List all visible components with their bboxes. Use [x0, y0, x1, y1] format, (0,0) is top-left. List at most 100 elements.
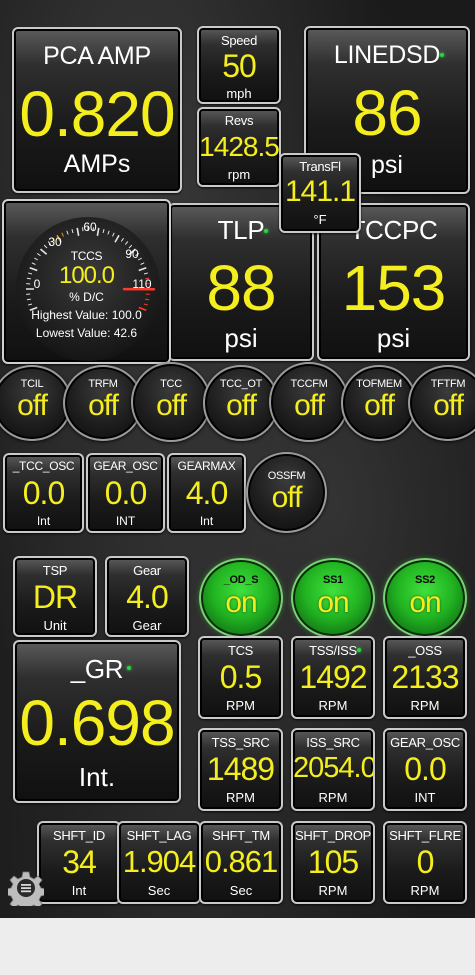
gauge-value: 2054.0 [293, 752, 375, 784]
gauge-unit: RPM [226, 698, 255, 713]
gauge-shft-lag[interactable]: SHFT_LAG 1.904 Sec [117, 821, 201, 904]
gauge-value: 0.0 [404, 751, 446, 787]
gauge-oss[interactable]: _OSS 2133 RPM [383, 636, 467, 719]
gauge-shft-id[interactable]: SHFT_ID 34 Int [37, 821, 121, 904]
gauge-unit: Sec [229, 883, 253, 898]
toggle-tcc-ot[interactable]: TCC_OT off [203, 365, 279, 441]
gauge-gear-osc-2[interactable]: GEAR_OSC 0.0 INT [383, 728, 467, 811]
gauge-value: 1428.5 [199, 131, 279, 162]
gauge-label: _GR [70, 654, 124, 684]
gauge-value: 34 [62, 844, 97, 880]
gauge-unit: °F [313, 212, 327, 227]
gauge-gear-osc[interactable]: GEAR_OSC 0.0 INT [86, 453, 165, 533]
toggle-ss1[interactable]: SS1 on [291, 558, 375, 638]
gauge-unit: Int. [78, 762, 116, 792]
toggle-value: on [225, 586, 257, 619]
toggle-value: off [156, 389, 187, 422]
toggle-od-s[interactable]: _OD_S on [199, 558, 283, 638]
gauge-tss-src[interactable]: TSS_SRC 1489 RPM [198, 728, 283, 811]
gauge-label: GEAR_OSC [390, 735, 460, 750]
gauge-label: SHFT_LAG [126, 828, 192, 843]
gauge-shft-flre[interactable]: SHFT_FLRE 0 RPM [383, 821, 467, 904]
gauge-label: SHFT_ID [52, 828, 106, 843]
gauge-gearmax[interactable]: GEARMAX 4.0 Int [167, 453, 246, 533]
status-led [264, 229, 268, 233]
settings-button[interactable] [5, 870, 47, 913]
gauge-value: 0.820 [19, 78, 175, 150]
gauge-label: SHFT_DROP [294, 828, 372, 843]
gauge-value: 50 [222, 48, 257, 84]
gauge-unit: rpm [227, 167, 251, 182]
gauge-unit: AMPs [63, 150, 131, 178]
status-led [357, 648, 361, 652]
gauge-label: Gear [133, 563, 161, 578]
gauge-tcs[interactable]: TCS 0.5 RPM [198, 636, 283, 719]
gauge-pca-amp[interactable]: PCA AMP 0.820 AMPs [12, 27, 182, 193]
gauge-shft-drop[interactable]: SHFT_DROP 105 RPM [291, 821, 375, 904]
gauge-unit: Unit [43, 618, 67, 633]
gauge-shft-tm[interactable]: SHFT_TM 0.861 Sec [199, 821, 283, 904]
gauge-tsp[interactable]: TSP DR Unit [13, 556, 97, 637]
gauge-value: 0.0 [104, 475, 147, 511]
gauge-value: 0.698 [19, 687, 175, 759]
toggle-value: off [17, 389, 48, 422]
gauge-label: TSP [42, 563, 68, 578]
toggle-tftfm[interactable]: TFTFM off [408, 365, 475, 441]
gauge-value: 4.0 [126, 579, 168, 615]
gauge-gr[interactable]: _GR 0.698 Int. [13, 640, 181, 803]
toggle-ossfm[interactable]: OSSFM off [246, 452, 327, 533]
toggle-tofmem[interactable]: TOFMEM off [341, 365, 417, 441]
dial-tick-label: 30 [48, 235, 62, 249]
gauge-tccs-dial[interactable]: 0 30 60 90 110 TCCS 100.0 % D/C Highest … [2, 199, 171, 364]
gauge-revs[interactable]: Revs 1428.5 rpm [197, 107, 281, 187]
toggle-tcil[interactable]: TCIL off [0, 365, 72, 441]
gauge-tcc-osc[interactable]: _TCC_OSC 0.0 Int [3, 453, 84, 533]
gauge-value: DR [32, 579, 78, 615]
dial-label: TCCS [70, 249, 103, 263]
gauge-label: GEAR_OSC [93, 459, 158, 473]
toggle-value: off [364, 389, 395, 422]
gauge-speed[interactable]: Speed 50 mph [197, 26, 281, 104]
toggle-tcc[interactable]: TCC off [131, 362, 211, 442]
gauge-iss-src[interactable]: ISS_SRC 2054.0 RPM [291, 728, 375, 811]
gauge-label: Revs [224, 113, 254, 128]
gauge-tss-iss[interactable]: TSS/ISS 1492 RPM [291, 636, 375, 719]
status-led [127, 666, 131, 670]
gauge-gear[interactable]: Gear 4.0 Gear [105, 556, 189, 637]
gauge-value: 141.1 [284, 175, 356, 208]
gauge-unit: RPM [410, 698, 440, 713]
dashboard: PCA AMP 0.820 AMPs Speed 50 mph Revs 142… [0, 0, 475, 918]
toggle-ss2[interactable]: SS2 on [383, 558, 467, 638]
gauge-label: GEARMAX [177, 459, 236, 473]
gauge-unit: Int [199, 514, 214, 528]
gauge-unit: psi [376, 323, 411, 353]
gauge-label: TCS [227, 643, 254, 658]
gauge-label: TSS_SRC [211, 735, 270, 750]
toggle-value: off [88, 389, 119, 422]
gauge-label: _TCC_OSC [12, 459, 75, 473]
gauge-value: 1.904 [122, 844, 197, 879]
gauge-label: _OSS [408, 643, 442, 658]
gauge-label: TSS/ISS [309, 643, 357, 658]
toggle-value: on [317, 586, 349, 619]
gauge-value: 0 [416, 844, 435, 880]
gauge-unit: psi [224, 323, 258, 353]
toggle-label: SS2 [415, 574, 435, 586]
gauge-value: 0.0 [22, 475, 65, 511]
toggle-label: _OD_S [223, 574, 259, 586]
toggle-value: off [271, 481, 303, 514]
toggle-tccfm[interactable]: TCCFM off [269, 362, 349, 442]
toggle-value: on [409, 586, 441, 619]
gauge-label: SHFT_FLRE [389, 828, 461, 843]
gauge-value: 88 [206, 252, 276, 324]
gauge-label: PCA AMP [43, 42, 151, 70]
toggle-label: SS1 [323, 574, 343, 586]
gauge-transfl[interactable]: TransFl 141.1 °F [279, 153, 361, 233]
gauge-value: 1492 [299, 659, 367, 695]
gauge-value: 153 [341, 252, 447, 324]
dial-unit: % D/C [69, 290, 104, 304]
gauge-unit: mph [226, 86, 252, 101]
gauge-value: 2133 [391, 659, 459, 695]
gauge-value: 86 [352, 77, 422, 149]
status-led [440, 53, 444, 57]
